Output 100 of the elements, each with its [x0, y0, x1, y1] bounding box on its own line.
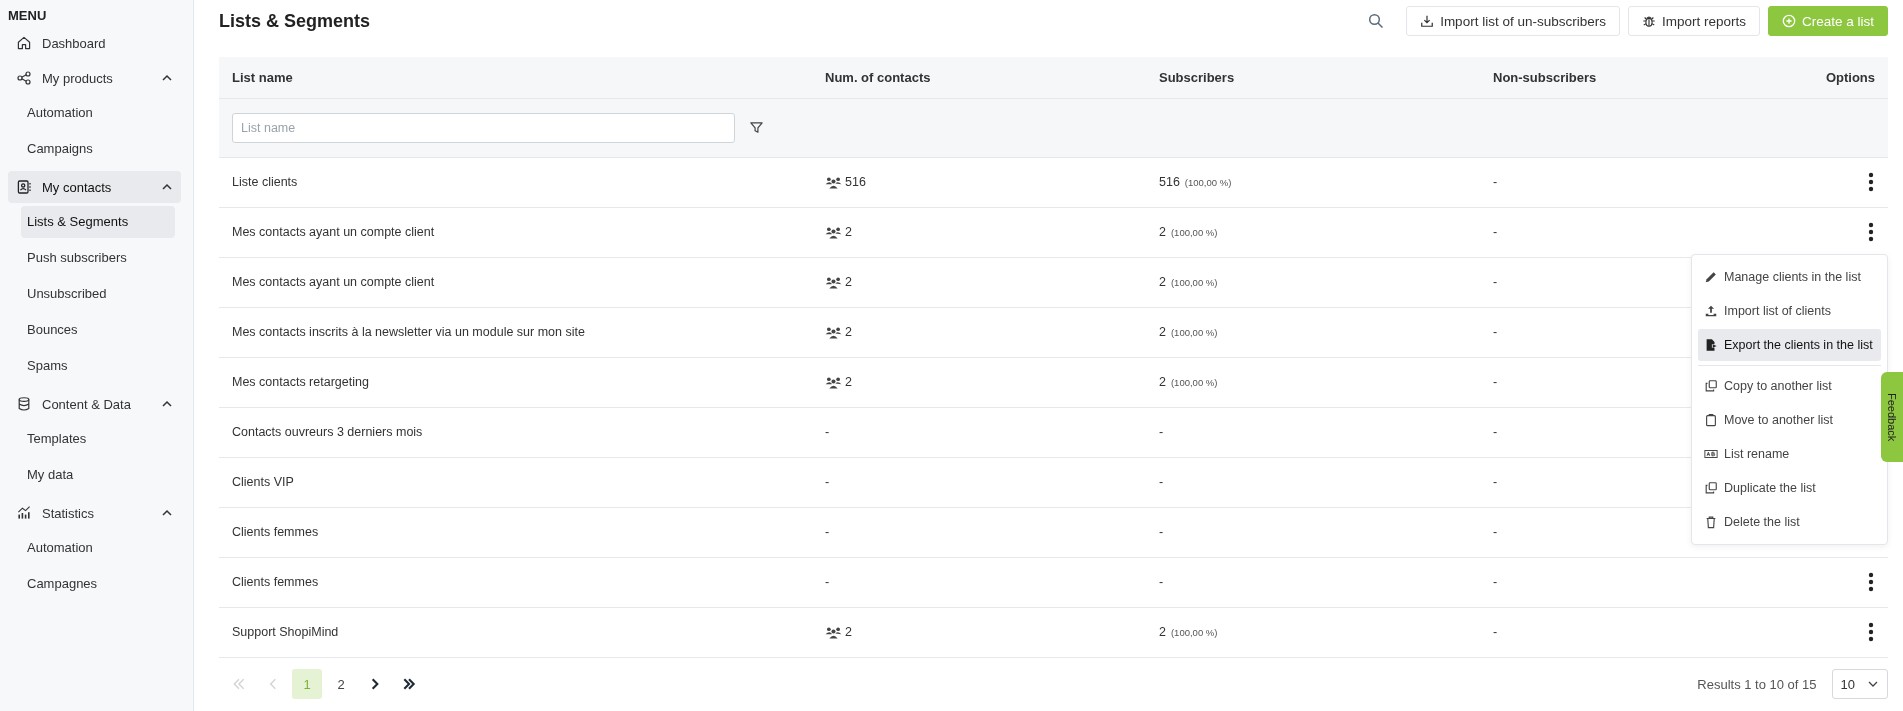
list-name-cell-text: Support ShopiMind — [231, 625, 340, 640]
subscribers-count: - — [1159, 525, 1164, 540]
plus-circle-icon — [1781, 14, 1796, 29]
subscribers-share: (100,00 %) — [1170, 226, 1218, 238]
filter-icon[interactable] — [749, 120, 764, 136]
nav-label: My products — [42, 70, 114, 86]
menu-item[interactable]: Duplicate the list — [1698, 472, 1881, 505]
list-name-filter-field[interactable]: List name — [232, 112, 735, 143]
submenu-item[interactable]: My data — [21, 459, 175, 491]
non-subscribers-cell: - — [1493, 525, 1498, 540]
subscribers-share: (100,00 %) — [1170, 626, 1218, 638]
file-export-icon — [1704, 338, 1718, 353]
non-subscribers-cell: - — [1493, 425, 1498, 440]
subscribers-share: (100,00 %) — [1170, 326, 1218, 338]
contacts-count: 2 — [845, 225, 852, 240]
column-header: Non-subscribers — [1492, 69, 1598, 85]
kebab-icon — [1868, 222, 1874, 243]
contacts-count: 2 — [845, 325, 852, 340]
subscribers-count: 2 — [1159, 625, 1166, 640]
non-subscribers-cell: - — [1493, 375, 1498, 390]
submenu-item[interactable]: Templates — [21, 423, 175, 455]
subscribers-count: 516 — [1159, 175, 1180, 190]
page-size-select[interactable]: 10 — [1831, 669, 1888, 700]
non-subscribers-cell: - — [1493, 275, 1498, 290]
import-button[interactable]: Import list of un-subscribers — [1406, 6, 1620, 37]
non-subscribers-cell: - — [1493, 325, 1498, 340]
upload-icon — [1704, 304, 1718, 319]
non-subscribers-cell: - — [1493, 225, 1498, 240]
clipboard-icon — [1704, 413, 1718, 428]
contacts-count: 516 — [845, 175, 866, 190]
subscribers-count: - — [1159, 475, 1164, 490]
kebab-icon — [1868, 572, 1874, 593]
subscribers-count: - — [1159, 575, 1164, 590]
list-name-cell-text: Clients VIP — [231, 475, 295, 490]
search-icon[interactable] — [1368, 13, 1385, 30]
submenu-item[interactable]: Campagnes — [21, 568, 175, 600]
kebab-icon — [1868, 172, 1874, 193]
people-icon — [825, 375, 842, 389]
list-name-cell-text: Liste clients — [231, 175, 299, 190]
duplicate-icon — [1704, 481, 1718, 496]
subscribers-count: - — [1159, 425, 1164, 440]
results-text: Results 1 to 10 of 15 — [1697, 676, 1817, 692]
subscribers-share: (100,00 %) — [1184, 176, 1232, 188]
download-tray-icon — [1420, 14, 1435, 29]
menu-item[interactable]: Copy to another list — [1698, 370, 1881, 403]
contacts-count: - — [825, 475, 830, 490]
subscribers-count: 2 — [1159, 325, 1166, 340]
contact-card-icon — [16, 179, 32, 195]
submenu-item[interactable]: Automation — [21, 532, 175, 564]
non-subscribers-cell: - — [1493, 475, 1498, 490]
submenu-item[interactable]: Automation — [21, 97, 175, 129]
people-icon — [825, 325, 842, 339]
subscribers-count: 2 — [1159, 275, 1166, 290]
list-name-cell-text: Contacts ouvreurs 3 derniers mois — [231, 425, 424, 440]
list-name-cell-text: Mes contacts ayant un compte client — [231, 225, 436, 240]
feedback-tab[interactable]: Feedback — [1881, 372, 1903, 462]
trash-icon — [1704, 515, 1718, 530]
column-header: Options — [1824, 69, 1876, 85]
people-icon — [825, 225, 842, 239]
menu-item[interactable]: Export the clients in the list — [1698, 329, 1881, 362]
nav-item[interactable]: Dashboard — [8, 27, 181, 59]
menu-item[interactable]: List rename — [1698, 438, 1881, 471]
list-name-cell-text: Mes contacts inscrits à la newsletter via un module sur mon site — [231, 325, 586, 340]
menu-title: MENU — [8, 8, 48, 23]
page-button[interactable]: 2 — [326, 669, 356, 700]
nav-label: Content & Data — [42, 396, 132, 412]
people-icon — [825, 625, 842, 639]
nav-label: My contacts — [42, 179, 113, 195]
import-button[interactable]: Import reports — [1627, 6, 1760, 37]
submenu-item[interactable]: Lists & Segments — [21, 206, 175, 238]
nav-item[interactable]: My products — [8, 62, 181, 94]
submenu-item[interactable]: Push subscribers — [21, 242, 175, 274]
contacts-count: 2 — [845, 375, 852, 390]
non-subscribers-cell: - — [1493, 575, 1498, 590]
nav-item[interactable]: My contacts — [8, 171, 181, 203]
submenu-item[interactable]: Campaigns — [21, 133, 175, 165]
page-title: Lists & Segments — [219, 10, 371, 32]
people-icon — [825, 275, 842, 289]
nav-item[interactable]: Statistics — [8, 497, 181, 529]
nav-item[interactable]: Content & Data — [8, 388, 181, 420]
menu-item[interactable]: Delete the list — [1698, 506, 1881, 539]
subscribers-count: 2 — [1159, 375, 1166, 390]
list-name-cell-text: Mes contacts retargeting — [231, 375, 370, 390]
chart-icon — [16, 505, 32, 521]
list-name-cell-text: Clients femmes — [231, 575, 320, 590]
menu-item[interactable]: Manage clients in the list — [1698, 261, 1881, 294]
menu-item[interactable]: Import list of clients — [1698, 295, 1881, 328]
column-header: List name — [231, 69, 294, 85]
subscribers-share: (100,00 %) — [1170, 376, 1218, 388]
subscribers-count: 2 — [1159, 225, 1166, 240]
submenu-item[interactable]: Bounces — [21, 314, 175, 346]
submenu-item[interactable]: Spams — [21, 350, 175, 382]
list-name-cell-text: Clients femmes — [231, 525, 320, 540]
kebab-icon — [1868, 622, 1874, 643]
contacts-count: - — [825, 575, 830, 590]
database-icon — [16, 396, 32, 412]
pencil-icon — [1704, 270, 1718, 285]
menu-item[interactable]: Move to another list — [1698, 404, 1881, 437]
copy-icon — [1704, 379, 1718, 394]
submenu-item[interactable]: Unsubscribed — [21, 278, 175, 310]
